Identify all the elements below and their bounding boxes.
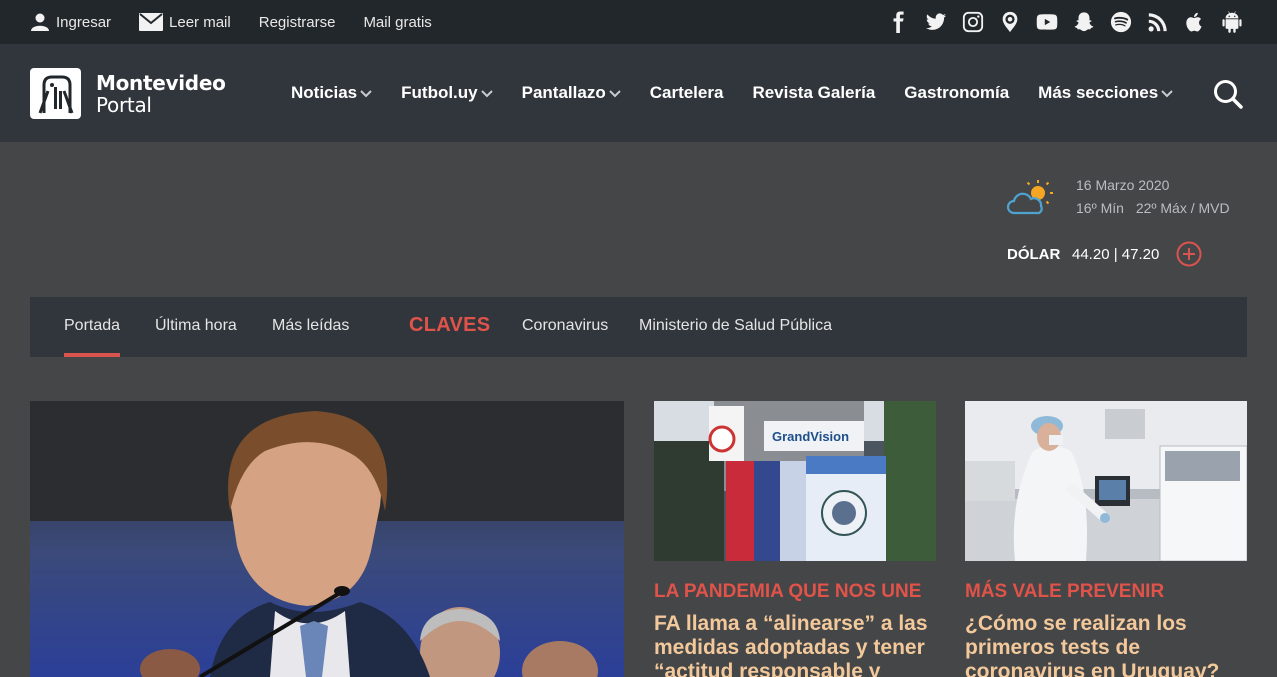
search-icon: [1214, 80, 1243, 109]
nav-noticias[interactable]: Noticias: [291, 83, 372, 103]
spotify-icon[interactable]: [1110, 11, 1132, 33]
logo-wordmark: Montevideo Portal: [96, 72, 226, 116]
section-tabs: Portada Última hora Más leídas CLAVES Co…: [30, 297, 1247, 357]
svg-text:GrandVision: GrandVision: [772, 429, 849, 444]
nav-mas-secciones[interactable]: Más secciones: [1038, 83, 1173, 103]
tab-portada[interactable]: Portada: [64, 297, 121, 357]
nav-futbol[interactable]: Futbol.uy: [401, 83, 493, 103]
top-utility-bar: Ingresar Leer mail Registrarse Mail grat…: [0, 0, 1277, 44]
hero-article-image[interactable]: [30, 401, 624, 677]
nav-label: Revista Galería: [752, 83, 876, 102]
search-button[interactable]: [1213, 79, 1243, 109]
nav-label: Cartelera: [649, 83, 724, 102]
chevron-down-icon: [1161, 90, 1173, 98]
dollar-label: DÓLAR: [1007, 246, 1061, 263]
tab-mas-leidas[interactable]: Más leídas: [272, 297, 349, 357]
mail-icon: [139, 13, 164, 31]
article-title-1[interactable]: FA llama a “alinearse” a las medidas ado…: [654, 612, 939, 677]
partly-cloudy-icon: [1006, 180, 1053, 215]
chevron-down-icon: [609, 90, 621, 98]
claves-label: CLAVES: [409, 314, 491, 336]
weather-date: 16 Marzo 2020: [1076, 177, 1170, 193]
nav-label: Futbol.uy: [401, 83, 478, 102]
apple-icon[interactable]: [1184, 11, 1206, 33]
nav-revista-galeria[interactable]: Revista Galería: [752, 83, 875, 103]
tag-ministerio-salud[interactable]: Ministerio de Salud Pública: [639, 297, 832, 357]
register-label: Registrarse: [258, 13, 336, 31]
nav-cartelera[interactable]: Cartelera: [650, 83, 724, 103]
article-title-2[interactable]: ¿Cómo se realizan los primeros tests de …: [965, 612, 1250, 677]
social-links: [873, 0, 1243, 44]
tag-coronavirus[interactable]: Coronavirus: [522, 297, 608, 357]
logo-line-1: Montevideo: [96, 70, 226, 95]
dollar-values: 44.20 | 47.20: [1072, 246, 1160, 263]
read-mail-label: Leer mail: [169, 13, 231, 31]
free-mail-label: Mail gratis: [363, 13, 432, 31]
article-kicker-1: LA PANDEMIA QUE NOS UNE: [654, 581, 922, 602]
main-header: Montevideo Portal Noticias Futbol.uy Pan…: [0, 44, 1277, 142]
nav-label: Pantallazo: [521, 83, 606, 102]
logo-mark: [30, 68, 81, 119]
register-link[interactable]: Registrarse: [259, 14, 336, 31]
article-image-2[interactable]: [965, 401, 1247, 561]
instagram-icon[interactable]: [962, 11, 984, 33]
rss-icon[interactable]: [1147, 11, 1169, 33]
nav-label: Más secciones: [1038, 83, 1159, 102]
tab-ultima-hora[interactable]: Última hora: [155, 297, 237, 357]
article-image-1[interactable]: GrandVision: [654, 401, 936, 561]
facebook-icon[interactable]: [888, 11, 910, 33]
youtube-icon[interactable]: [1036, 11, 1058, 33]
logo-line-2: Portal: [96, 92, 152, 117]
main-nav: Noticias Futbol.uy Pantallazo Cartelera …: [291, 44, 1202, 142]
nav-label: Gastronomía: [904, 83, 1010, 102]
android-icon[interactable]: [1221, 11, 1243, 33]
nav-gastronomia[interactable]: Gastronomía: [904, 83, 1009, 103]
periscope-icon[interactable]: [999, 11, 1021, 33]
chevron-down-icon: [480, 90, 493, 98]
currency-expand-button[interactable]: [1176, 241, 1202, 267]
user-icon: [31, 13, 49, 31]
login-link[interactable]: Ingresar: [30, 12, 111, 32]
site-logo[interactable]: Montevideo Portal: [30, 68, 226, 119]
weather-min: 16º Mín: [1076, 200, 1124, 216]
nav-pantallazo[interactable]: Pantallazo: [522, 83, 621, 103]
weather-temps: 16º Mín 22º Máx / MVD: [1076, 200, 1238, 216]
article-kicker-2: MÁS VALE PREVENIR: [965, 581, 1165, 602]
nav-label: Noticias: [291, 83, 358, 102]
read-mail-link[interactable]: Leer mail: [139, 13, 231, 31]
chevron-down-icon: [360, 90, 372, 98]
weather-max: 22º Máx / MVD: [1135, 200, 1230, 216]
login-label: Ingresar: [56, 13, 112, 31]
twitter-icon[interactable]: [925, 11, 947, 33]
snapchat-icon[interactable]: [1073, 11, 1095, 33]
account-links: Ingresar Leer mail Registrarse Mail grat…: [30, 0, 460, 44]
free-mail-link[interactable]: Mail gratis: [363, 14, 431, 31]
